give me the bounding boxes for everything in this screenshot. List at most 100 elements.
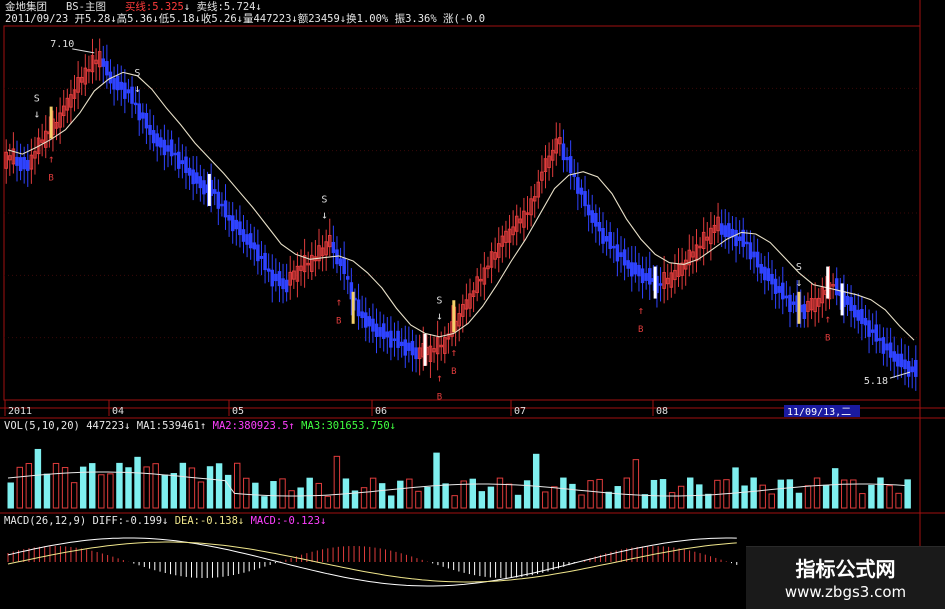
sell-arrow-icon: ↓ [321, 208, 328, 221]
volume-bar [569, 483, 576, 509]
price-candle [763, 266, 767, 281]
vol-prefix: VOL(5,10,20) [4, 420, 80, 432]
volume-bar [397, 480, 404, 509]
vol-ma3: MA3:301653.750↓ [301, 420, 396, 432]
price-candle [914, 359, 918, 377]
price-candle [18, 157, 23, 172]
volume-bar [822, 484, 830, 509]
macd-dea: DEA:-0.138↓ [174, 515, 245, 527]
volume-bar [460, 480, 467, 509]
signal-bar [49, 106, 53, 139]
price-candle [781, 282, 785, 300]
price-candle [234, 219, 239, 230]
sell-signal-label: S [796, 262, 802, 273]
volume-bar [43, 473, 51, 509]
volume-bar [224, 474, 232, 509]
cursor-date-label: 11/09/13,二 [787, 407, 851, 418]
volume-bar [360, 487, 368, 509]
price-candle [410, 340, 415, 356]
volume-bar [243, 477, 250, 509]
volume-bar [442, 483, 449, 509]
volume-bar [551, 486, 558, 509]
volume-bar [415, 490, 422, 509]
volume-bar [596, 478, 603, 509]
price-candle [335, 249, 339, 265]
price-candle [630, 262, 634, 277]
volume-bar [406, 478, 413, 509]
price-candle [407, 342, 411, 351]
price-candle [338, 258, 343, 267]
price-candle [586, 204, 591, 216]
price-candle [112, 78, 116, 90]
buy-signal-label: B [48, 174, 53, 184]
volume-bar [270, 481, 277, 509]
price-candle [579, 187, 584, 195]
price-candle [26, 159, 30, 171]
price-candle [212, 189, 217, 194]
signal-bar [840, 283, 844, 316]
sell-line-value: 5.724 [223, 1, 256, 13]
price-candle [601, 227, 605, 244]
volume-bar [668, 492, 676, 509]
sell-signal-label: S [321, 194, 327, 205]
x-axis-label: 06 [375, 406, 387, 417]
price-candle [626, 260, 630, 269]
price-candle [640, 268, 645, 284]
volume-bar [886, 485, 893, 509]
price-candle [130, 86, 134, 104]
price-candle [583, 191, 587, 207]
buy-signal-label: B [825, 334, 830, 344]
volume-bar [52, 462, 60, 509]
price-candle [910, 366, 914, 373]
volume-bar [234, 462, 241, 509]
volume-header: VOL(5,10,20) 447223↓ MA1:539461↑ MA2:380… [4, 420, 396, 432]
buy-signal-label: B [336, 317, 341, 327]
price-candle [403, 339, 408, 356]
price-candle [115, 75, 120, 91]
sell-signal-label: S [34, 93, 40, 104]
price-candle [594, 213, 598, 227]
signal-bar [423, 333, 427, 366]
price-candle [345, 276, 350, 280]
volume-bar [451, 495, 458, 509]
volume-bar [659, 479, 667, 509]
volume-bar [70, 482, 78, 509]
volume-bar [623, 477, 631, 509]
buy-arrow-icon: ↑ [824, 313, 831, 326]
volume-bar [333, 455, 341, 509]
price-frame [3, 25, 921, 401]
price-candle [177, 151, 181, 169]
volume-bar [16, 466, 23, 509]
price-candle [216, 191, 221, 209]
volume-bar [650, 479, 658, 509]
price-candle [119, 81, 124, 90]
volume-bar [614, 486, 621, 509]
price-candle [755, 251, 760, 268]
price-candle [22, 157, 26, 170]
volume-bar [7, 482, 14, 509]
price-candle [561, 143, 566, 161]
stock-name: 金地集团 [5, 1, 47, 13]
price-candle [256, 244, 260, 262]
volume-bar [523, 480, 531, 509]
price-candle [565, 156, 569, 161]
watermark-title: 指标公式网 [795, 557, 896, 581]
volume-bar [279, 478, 286, 509]
low-price-label: 5.18 [864, 376, 888, 387]
price-candle [374, 323, 379, 337]
price-candle [784, 295, 789, 299]
price-candle [259, 255, 264, 259]
price-candle [392, 338, 397, 341]
price-candle [155, 133, 159, 147]
price-candle [773, 278, 778, 294]
price-candle [745, 241, 749, 245]
volume-bar [388, 495, 395, 509]
macd-macd: MACD:-0.123↓ [250, 515, 327, 527]
price-candle [899, 353, 904, 368]
signal-bar [797, 291, 801, 324]
buy-arrow-icon: ↑ [436, 371, 443, 384]
volume-bar [252, 482, 259, 509]
quote-line: 2011/09/23 开5.28↓高5.36↓低5.18↓收5.26↓量4472… [5, 13, 486, 25]
volume-bar [786, 479, 794, 509]
signal-bar [826, 266, 830, 299]
